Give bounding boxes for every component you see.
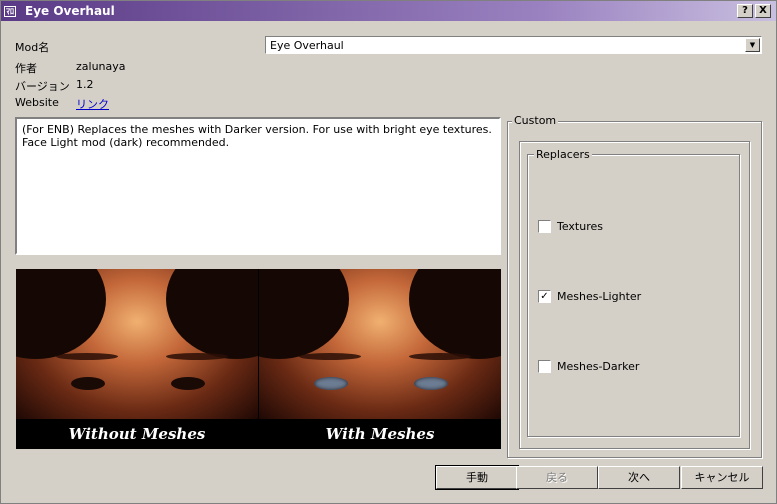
back-button[interactable]: 戻る	[516, 466, 598, 489]
replacers-group-label: Replacers	[534, 148, 592, 161]
next-button[interactable]: 次へ	[598, 466, 680, 489]
author-label: 作者	[15, 62, 37, 75]
cancel-button[interactable]: キャンセル	[681, 466, 763, 489]
preview-face-with-meshes	[259, 269, 501, 419]
installer-window: ﾏﾛ Eye Overhaul ? X Mod名 Eye Overhaul ▼ …	[0, 0, 777, 504]
author-value: zalunaya	[76, 60, 126, 73]
option-label: Meshes-Lighter	[557, 290, 642, 303]
caption-without-meshes: Without Meshes	[68, 425, 206, 443]
mod-select[interactable]: Eye Overhaul ▼	[265, 36, 762, 54]
custom-group-label: Custom	[512, 114, 559, 127]
website-label: Website	[15, 96, 59, 109]
mod-select-value: Eye Overhaul	[270, 39, 344, 52]
website-link[interactable]: リンク	[76, 96, 109, 112]
mod-name-label: Mod名	[15, 41, 50, 54]
description-box[interactable]: (For ENB) Replaces the meshes with Darke…	[15, 117, 501, 255]
checkbox-meshes-darker[interactable]	[538, 360, 551, 373]
option-label: Meshes-Darker	[557, 360, 640, 373]
option-label: Textures	[557, 220, 603, 233]
close-button[interactable]: X	[755, 4, 771, 18]
manual-button[interactable]: 手動	[435, 465, 519, 490]
title-bar: ﾏﾛ Eye Overhaul ? X	[1, 1, 776, 21]
app-icon: ﾏﾛ	[4, 6, 16, 17]
help-button[interactable]: ?	[737, 4, 753, 18]
window-title: Eye Overhaul	[25, 4, 115, 18]
checkbox-meshes-lighter[interactable]: ✓	[538, 290, 551, 303]
version-value: 1.2	[76, 78, 94, 91]
caption-with-meshes: With Meshes	[325, 425, 435, 443]
checkbox-textures[interactable]	[538, 220, 551, 233]
chevron-down-icon[interactable]: ▼	[745, 38, 760, 52]
version-label: バージョン	[15, 80, 70, 93]
preview-image: Without Meshes With Meshes	[16, 269, 501, 449]
preview-face-without-meshes	[16, 269, 258, 419]
